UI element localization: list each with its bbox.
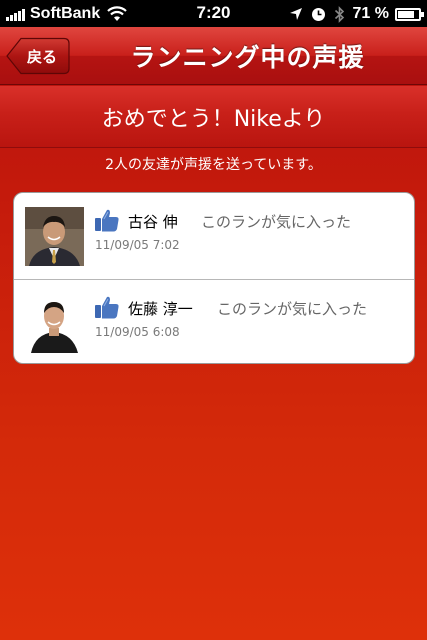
cheer-list: 古谷 伸 このランが気に入った 11/09/05 7:02 佐藤 淳一 このラン… xyxy=(13,192,415,364)
avatar xyxy=(25,207,84,266)
cheer-user-name: 佐藤 淳一 xyxy=(128,300,193,318)
banner-text: おめでとう！Nikeより xyxy=(101,106,326,132)
cheer-timestamp: 11/09/05 6:08 xyxy=(95,325,180,339)
status-bar: SoftBank 7:20 71 % xyxy=(0,0,427,27)
cheer-list-item[interactable]: 佐藤 淳一 このランが気に入った 11/09/05 6:08 xyxy=(14,279,414,363)
navigation-bar: 戻る ランニング中の声援 xyxy=(0,27,427,85)
cheer-user-name: 古谷 伸 xyxy=(128,213,178,231)
thumbs-up-icon xyxy=(95,296,119,319)
avatar xyxy=(25,294,84,353)
location-arrow-icon xyxy=(289,8,302,20)
page-title: ランニング中の声援 xyxy=(130,43,365,72)
cheer-message: このランが気に入った xyxy=(201,213,352,231)
cheer-message: このランが気に入った xyxy=(217,300,368,318)
back-button[interactable]: 戻る xyxy=(6,37,70,75)
congratulations-banner: おめでとう！Nikeより xyxy=(0,86,427,148)
cheer-count-text: 2人の友達が声援を送っています。 xyxy=(105,157,322,173)
battery-icon xyxy=(395,7,424,21)
battery-percent: 71 % xyxy=(352,5,389,22)
thumbs-up-icon xyxy=(95,209,119,232)
clock-icon xyxy=(311,7,325,21)
back-button-label: 戻る xyxy=(26,47,57,66)
bluetooth-icon xyxy=(334,5,344,23)
cheer-timestamp: 11/09/05 7:02 xyxy=(95,238,180,252)
cheer-list-item[interactable]: 古谷 伸 このランが気に入った 11/09/05 7:02 xyxy=(14,193,414,279)
